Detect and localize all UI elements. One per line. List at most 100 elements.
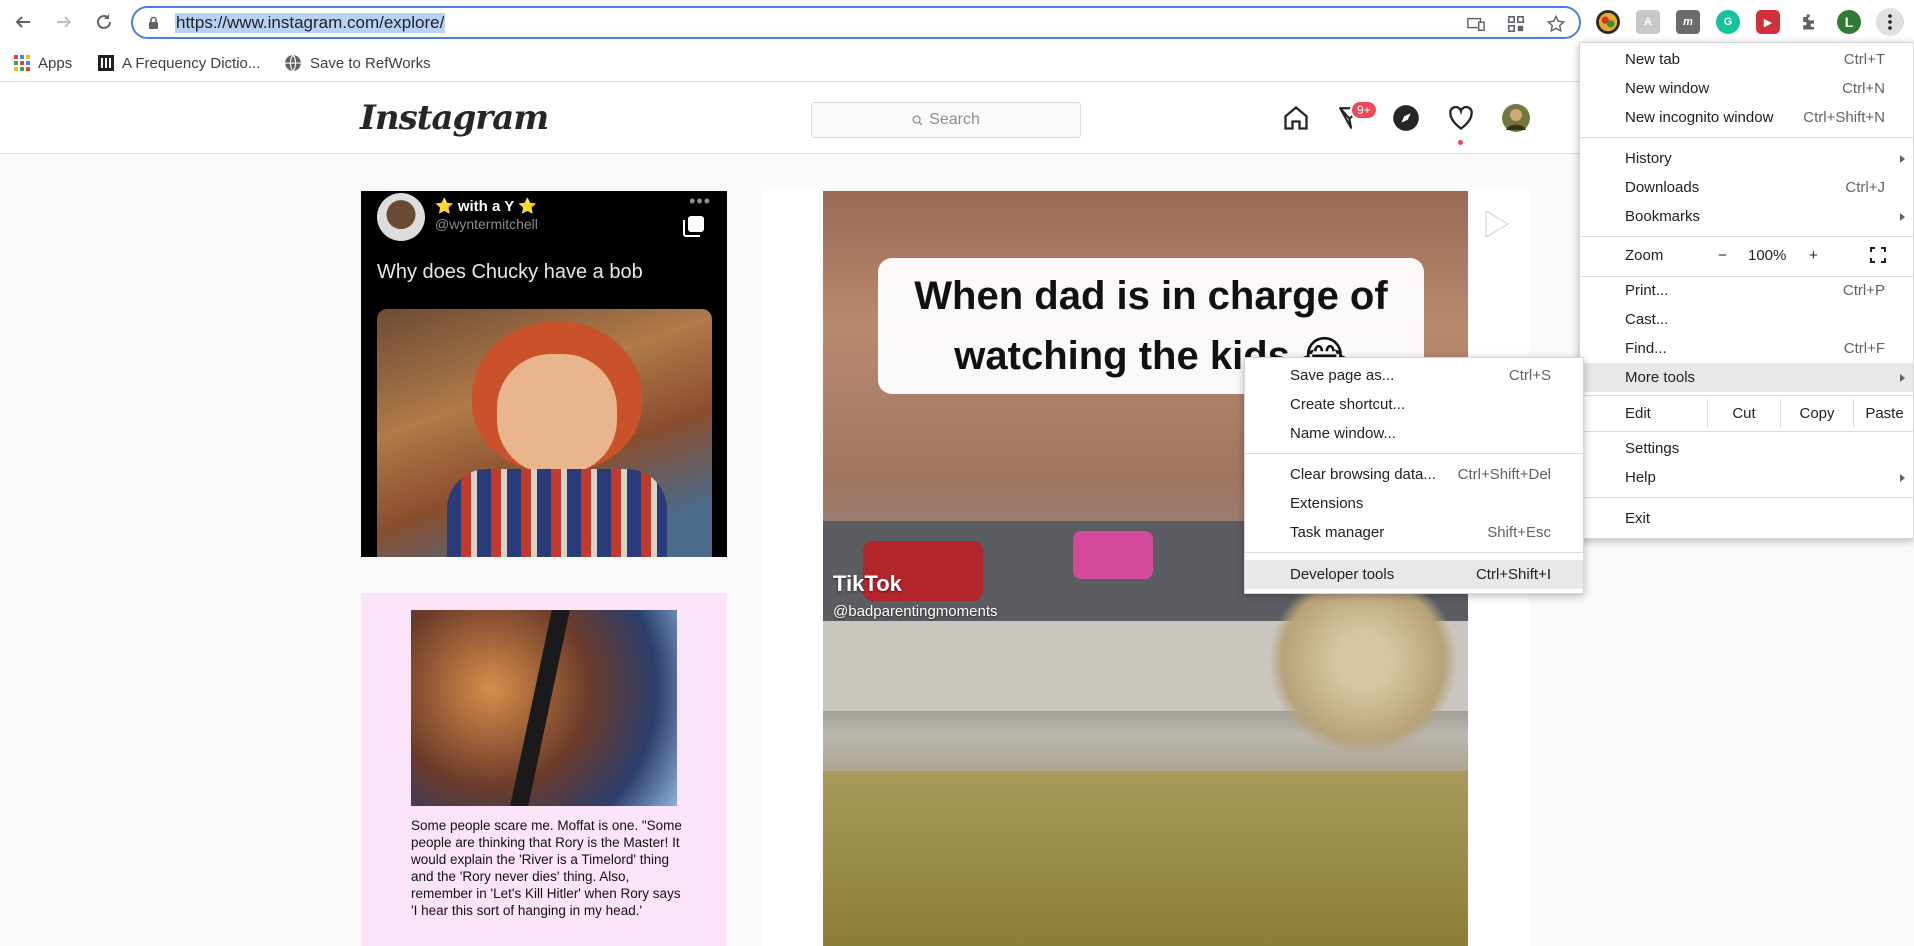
back-button[interactable] <box>9 8 37 36</box>
submenu-arrow-icon <box>1900 154 1905 163</box>
menu-help[interactable]: Help <box>1580 463 1913 492</box>
tiktok-watermark: TikTok <box>833 571 902 596</box>
menu-paste-button[interactable]: Paste <box>1853 399 1914 428</box>
meme-text: Some people scare me. Moffat is one. "So… <box>411 818 682 918</box>
submenu-task-manager[interactable]: Task manager Shift+Esc <box>1245 518 1583 547</box>
submenu-create-shortcut[interactable]: Create shortcut... <box>1245 390 1583 419</box>
bookmark-star-icon[interactable] <box>1546 14 1566 34</box>
submenu-extensions[interactable]: Extensions <box>1245 489 1583 518</box>
tweet-author-name: ⭐ with a Y ⭐ <box>435 198 537 215</box>
bookmark-frequency-dictionary[interactable]: A Frequency Dictio... <box>98 53 260 73</box>
menu-new-incognito-window[interactable]: New incognito window Ctrl+Shift+N <box>1580 103 1913 132</box>
arrow-left-icon <box>15 16 30 28</box>
zoom-level: 100% <box>1748 247 1787 264</box>
menu-downloads[interactable]: Downloads Ctrl+J <box>1580 173 1913 202</box>
explore-compass-icon[interactable] <box>1390 102 1422 134</box>
zoom-in-button[interactable]: + <box>1809 247 1818 264</box>
doll-shirt-shape <box>447 469 667 557</box>
menu-find[interactable]: Find... Ctrl+F <box>1580 334 1913 363</box>
menu-history[interactable]: History <box>1580 144 1913 173</box>
menu-more-tools[interactable]: More tools <box>1580 363 1913 392</box>
search-placeholder: Search <box>929 111 980 128</box>
meme-image <box>411 610 677 806</box>
menu-divider <box>1580 236 1913 237</box>
submenu-arrow-icon <box>1900 373 1905 382</box>
bookmark-label: Apps <box>38 54 73 72</box>
explore-post-meme[interactable]: Some people scare me. Moffat is one. "So… <box>361 593 727 946</box>
menu-divider <box>1580 395 1913 396</box>
profile-avatar[interactable]: L <box>1837 10 1861 34</box>
search-icon <box>912 114 923 126</box>
address-bar[interactable]: https://www.instagram.com/explore/ <box>131 6 1581 39</box>
menu-divider <box>1245 453 1583 454</box>
extension-red-play-icon[interactable]: ▶ <box>1756 10 1780 34</box>
fullscreen-icon[interactable] <box>1870 247 1886 263</box>
video-lawn <box>823 771 1468 946</box>
url-text[interactable]: https://www.instagram.com/explore/ <box>175 13 446 33</box>
menu-cast[interactable]: Cast... <box>1580 305 1913 334</box>
menu-divider <box>1580 497 1913 498</box>
extension-colorful-icon[interactable] <box>1596 10 1620 34</box>
menu-new-tab[interactable]: New tab Ctrl+T <box>1580 45 1913 74</box>
extension-gray-icon[interactable]: A <box>1636 10 1660 34</box>
arrow-right-icon <box>57 16 72 28</box>
menu-bookmarks[interactable]: Bookmarks <box>1580 202 1913 231</box>
bookmark-refworks[interactable]: Save to RefWorks <box>284 53 431 73</box>
menu-zoom-row: Zoom − 100% + <box>1580 239 1913 272</box>
menu-settings[interactable]: Settings <box>1580 434 1913 463</box>
video-play-icon <box>1485 209 1510 239</box>
tweet-author-handle: @wyntermitchell <box>435 216 538 232</box>
submenu-arrow-icon <box>1900 212 1905 221</box>
menu-divider <box>1245 552 1583 553</box>
menu-copy-button[interactable]: Copy <box>1780 399 1853 428</box>
submenu-developer-tools[interactable]: Developer tools Ctrl+Shift+I <box>1245 560 1583 589</box>
menu-new-window[interactable]: New window Ctrl+N <box>1580 74 1913 103</box>
video-pink-car <box>1073 531 1153 579</box>
submenu-save-page[interactable]: Save page as... Ctrl+S <box>1245 361 1583 390</box>
profile-avatar-icon[interactable] <box>1500 102 1532 134</box>
multiple-posts-icon <box>683 216 704 237</box>
search-input[interactable]: Search <box>811 102 1081 138</box>
menu-print[interactable]: Print... Ctrl+P <box>1580 276 1913 305</box>
zoom-out-button[interactable]: − <box>1718 247 1727 264</box>
menu-cut-button[interactable]: Cut <box>1707 399 1780 428</box>
tiktok-handle: @badparentingmoments <box>833 603 998 620</box>
more-tools-submenu: Save page as... Ctrl+S Create shortcut...… <box>1244 357 1584 594</box>
lock-icon <box>149 16 158 29</box>
reload-button[interactable] <box>90 8 118 36</box>
meme-crack-shape <box>510 610 570 806</box>
three-dots-vertical-icon <box>1888 14 1892 30</box>
reload-icon <box>97 14 111 29</box>
heart-icon[interactable] <box>1445 102 1477 134</box>
bookmark-label: Save to RefWorks <box>310 54 431 72</box>
tweet-avatar <box>377 193 425 241</box>
submenu-name-window[interactable]: Name window... <box>1245 419 1583 448</box>
video-bush <box>1263 571 1463 751</box>
bookmark-label: A Frequency Dictio... <box>122 54 261 72</box>
browser-toolbar: https://www.instagram.com/explore/ A m G… <box>0 0 1914 44</box>
menu-edit-row: Edit Cut Copy Paste <box>1580 399 1913 428</box>
grammarly-icon[interactable]: G <box>1716 10 1740 34</box>
explore-post-tweet[interactable]: ⭐ with a Y ⭐ @wyntermitchell ••• Why doe… <box>361 191 727 557</box>
tweet-text: Why does Chucky have a bob <box>377 261 643 283</box>
museum-icon <box>98 55 114 71</box>
extension-m-icon[interactable]: m <box>1676 10 1700 34</box>
forward-button[interactable] <box>50 8 78 36</box>
globe-icon <box>285 54 301 72</box>
doll-face-shape <box>497 354 617 474</box>
qr-code-icon[interactable] <box>1506 14 1526 34</box>
menu-divider <box>1580 431 1913 432</box>
submenu-clear-browsing-data[interactable]: Clear browsing data... Ctrl+Shift+Del <box>1245 460 1583 489</box>
menu-exit[interactable]: Exit <box>1580 504 1913 533</box>
cast-device-icon[interactable] <box>1466 14 1486 34</box>
more-dots-icon: ••• <box>689 191 711 211</box>
instagram-logo[interactable]: Instagram <box>360 98 549 138</box>
chrome-main-menu: New tab Ctrl+T New window Ctrl+N New incog… <box>1579 42 1914 539</box>
kebab-menu-button[interactable] <box>1876 8 1904 36</box>
extensions-puzzle-icon[interactable] <box>1797 10 1821 34</box>
notification-dot <box>1458 140 1463 145</box>
bookmark-apps[interactable]: Apps <box>14 53 72 73</box>
home-icon[interactable] <box>1280 102 1312 134</box>
submenu-arrow-icon <box>1900 473 1905 482</box>
tweet-image <box>377 309 712 557</box>
